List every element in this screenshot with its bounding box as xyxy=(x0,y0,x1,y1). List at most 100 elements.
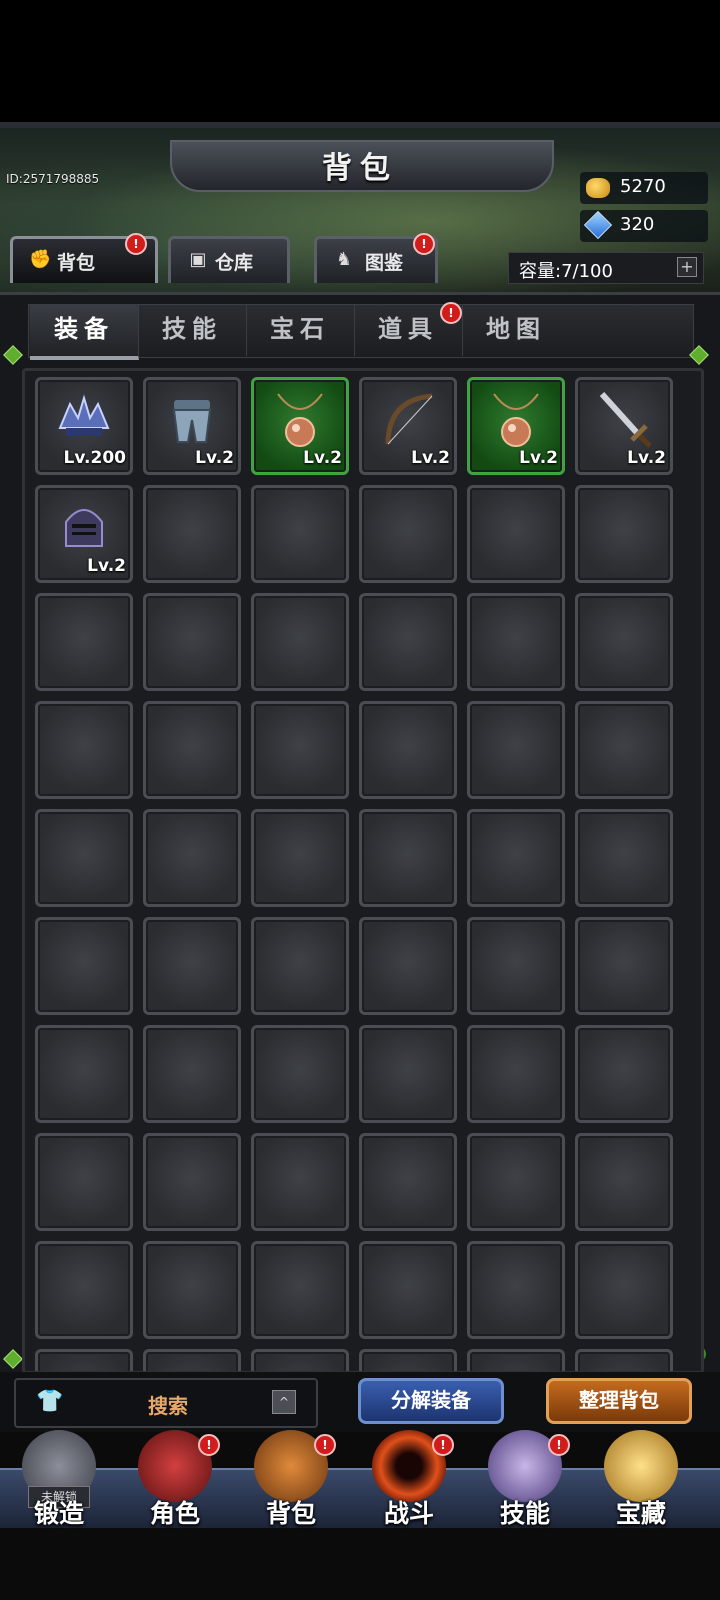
inventory-slot-empty[interactable] xyxy=(251,1349,349,1371)
inventory-slot-filled[interactable]: Lv.2 xyxy=(575,377,673,475)
inventory-slot-empty[interactable] xyxy=(35,809,133,907)
inventory-slot-filled[interactable]: Lv.2 xyxy=(251,377,349,475)
category-gems[interactable]: 宝石 xyxy=(246,304,355,356)
inventory-slot-empty[interactable] xyxy=(143,1241,241,1339)
inventory-slot-empty[interactable] xyxy=(467,917,565,1015)
bow-icon xyxy=(376,388,440,452)
inventory-slot-empty[interactable] xyxy=(467,701,565,799)
inventory-slot-empty[interactable] xyxy=(467,1241,565,1339)
chest-icon: ▣ xyxy=(189,249,207,270)
inventory-slot-empty[interactable] xyxy=(251,593,349,691)
tab-warehouse-label: 仓库 xyxy=(215,252,254,274)
collapse-button[interactable]: ^ xyxy=(272,1390,296,1414)
alert-badge: ! xyxy=(548,1434,570,1456)
inventory-slot-empty[interactable] xyxy=(575,917,673,1015)
gold-amount: 5270 xyxy=(620,176,666,197)
inventory-slot-empty[interactable] xyxy=(143,1025,241,1123)
inventory-slot-empty[interactable] xyxy=(143,593,241,691)
item-level: Lv.2 xyxy=(411,448,450,468)
inventory-slot-filled[interactable]: Lv.2 xyxy=(359,377,457,475)
inventory-slot-empty[interactable] xyxy=(575,593,673,691)
inventory-slot-empty[interactable] xyxy=(251,485,349,583)
inventory-slot-empty[interactable] xyxy=(467,809,565,907)
tab-codex[interactable]: ♞ 图鉴 ! xyxy=(314,233,438,283)
nav-treasure[interactable]: 宝藏 xyxy=(586,1430,696,1528)
gold-counter: 5270 xyxy=(580,172,708,204)
inventory-slot-filled[interactable]: Lv.2 xyxy=(467,377,565,475)
category-maps[interactable]: 地图 xyxy=(462,304,570,356)
inventory-slot-empty[interactable] xyxy=(575,1241,673,1339)
inventory-slot-empty[interactable] xyxy=(143,485,241,583)
inventory-slot-empty[interactable] xyxy=(359,593,457,691)
nav-battle[interactable]: ! 战斗 xyxy=(354,1430,464,1528)
inventory-slot-empty[interactable] xyxy=(251,1241,349,1339)
inventory-slot-empty[interactable] xyxy=(251,1133,349,1231)
inventory-slot-empty[interactable] xyxy=(35,1133,133,1231)
blue-gem-icon xyxy=(583,210,613,240)
sword-icon xyxy=(592,388,656,452)
inventory-slot-empty[interactable] xyxy=(35,1025,133,1123)
inventory-slot-empty[interactable] xyxy=(467,1025,565,1123)
inventory-slot-empty[interactable] xyxy=(467,485,565,583)
category-skills[interactable]: 技能 xyxy=(138,304,247,356)
gold-coin-icon xyxy=(586,178,610,198)
inventory-slot-empty[interactable] xyxy=(467,593,565,691)
tab-warehouse[interactable]: ▣ 仓库 xyxy=(168,236,290,283)
inventory-slot-empty[interactable] xyxy=(359,809,457,907)
inventory-grid: Lv.200 Lv.2 Lv.2 Lv.2 Lv.2 Lv.2 Lv.2 xyxy=(22,368,704,1374)
expand-capacity-button[interactable]: + xyxy=(677,257,697,277)
search-filter[interactable]: 👕 搜索 ^ xyxy=(14,1378,318,1428)
inventory-slot-empty[interactable] xyxy=(251,1025,349,1123)
inventory-slot-empty[interactable] xyxy=(143,809,241,907)
inventory-slot-empty[interactable] xyxy=(35,1241,133,1339)
inventory-slot-empty[interactable] xyxy=(143,917,241,1015)
gem-counter: 320 xyxy=(580,210,708,242)
inventory-slot-empty[interactable] xyxy=(575,809,673,907)
page-title: 背包 xyxy=(322,151,398,186)
inventory-slot-empty[interactable] xyxy=(35,917,133,1015)
nav-character[interactable]: ! 角色 xyxy=(120,1430,230,1528)
inventory-slot-empty[interactable] xyxy=(251,701,349,799)
nav-forge-label: 锻造 xyxy=(33,1499,84,1528)
helmet-crown-icon xyxy=(52,388,116,452)
nav-skills[interactable]: ! 技能 xyxy=(470,1430,580,1528)
tab-backpack[interactable]: ✊ 背包 ! xyxy=(10,233,158,283)
inventory-slot-empty[interactable] xyxy=(359,1133,457,1231)
inventory-slot-empty[interactable] xyxy=(143,1349,241,1371)
inventory-slot-empty[interactable] xyxy=(575,1025,673,1123)
alert-badge: ! xyxy=(413,233,435,255)
inventory-slot-empty[interactable] xyxy=(467,1133,565,1231)
inventory-slot-empty[interactable] xyxy=(35,1349,133,1371)
inventory-slot-empty[interactable] xyxy=(359,701,457,799)
category-equipment[interactable]: 装备 xyxy=(30,304,139,360)
capacity-box: 容量:7/100 + xyxy=(508,252,704,284)
inventory-slot-filled[interactable]: Lv.2 xyxy=(35,485,133,583)
nav-backpack[interactable]: ! 背包 xyxy=(236,1430,346,1528)
nav-forge[interactable]: 未解锁 锻造 xyxy=(4,1430,114,1528)
inventory-slot-empty[interactable] xyxy=(251,809,349,907)
inventory-slot-empty[interactable] xyxy=(467,1349,565,1371)
alert-badge: ! xyxy=(198,1434,220,1456)
inventory-slot-empty[interactable] xyxy=(575,1349,673,1371)
inventory-slot-empty[interactable] xyxy=(359,485,457,583)
nav-battle-label: 战斗 xyxy=(383,1499,434,1528)
alert-badge: ! xyxy=(440,302,462,324)
inventory-slot-empty[interactable] xyxy=(251,917,349,1015)
inventory-slot-filled[interactable]: Lv.2 xyxy=(143,377,241,475)
inventory-slot-empty[interactable] xyxy=(359,1241,457,1339)
inventory-slot-empty[interactable] xyxy=(359,917,457,1015)
inventory-slot-empty[interactable] xyxy=(359,1349,457,1371)
inventory-slot-empty[interactable] xyxy=(359,1025,457,1123)
inventory-slot-empty[interactable] xyxy=(35,701,133,799)
sort-backpack-button[interactable]: 整理背包 xyxy=(546,1378,692,1424)
decompose-equipment-button[interactable]: 分解装备 xyxy=(358,1378,504,1424)
inventory-slot-filled[interactable]: Lv.200 xyxy=(35,377,133,475)
inventory-slot-empty[interactable] xyxy=(143,701,241,799)
shirt-icon: 👕 xyxy=(36,1389,64,1414)
inventory-slot-empty[interactable] xyxy=(143,1133,241,1231)
inventory-slot-empty[interactable] xyxy=(575,485,673,583)
inventory-slot-empty[interactable] xyxy=(575,1133,673,1231)
nav-backpack-label: 背包 xyxy=(265,1499,316,1528)
inventory-slot-empty[interactable] xyxy=(35,593,133,691)
inventory-slot-empty[interactable] xyxy=(575,701,673,799)
